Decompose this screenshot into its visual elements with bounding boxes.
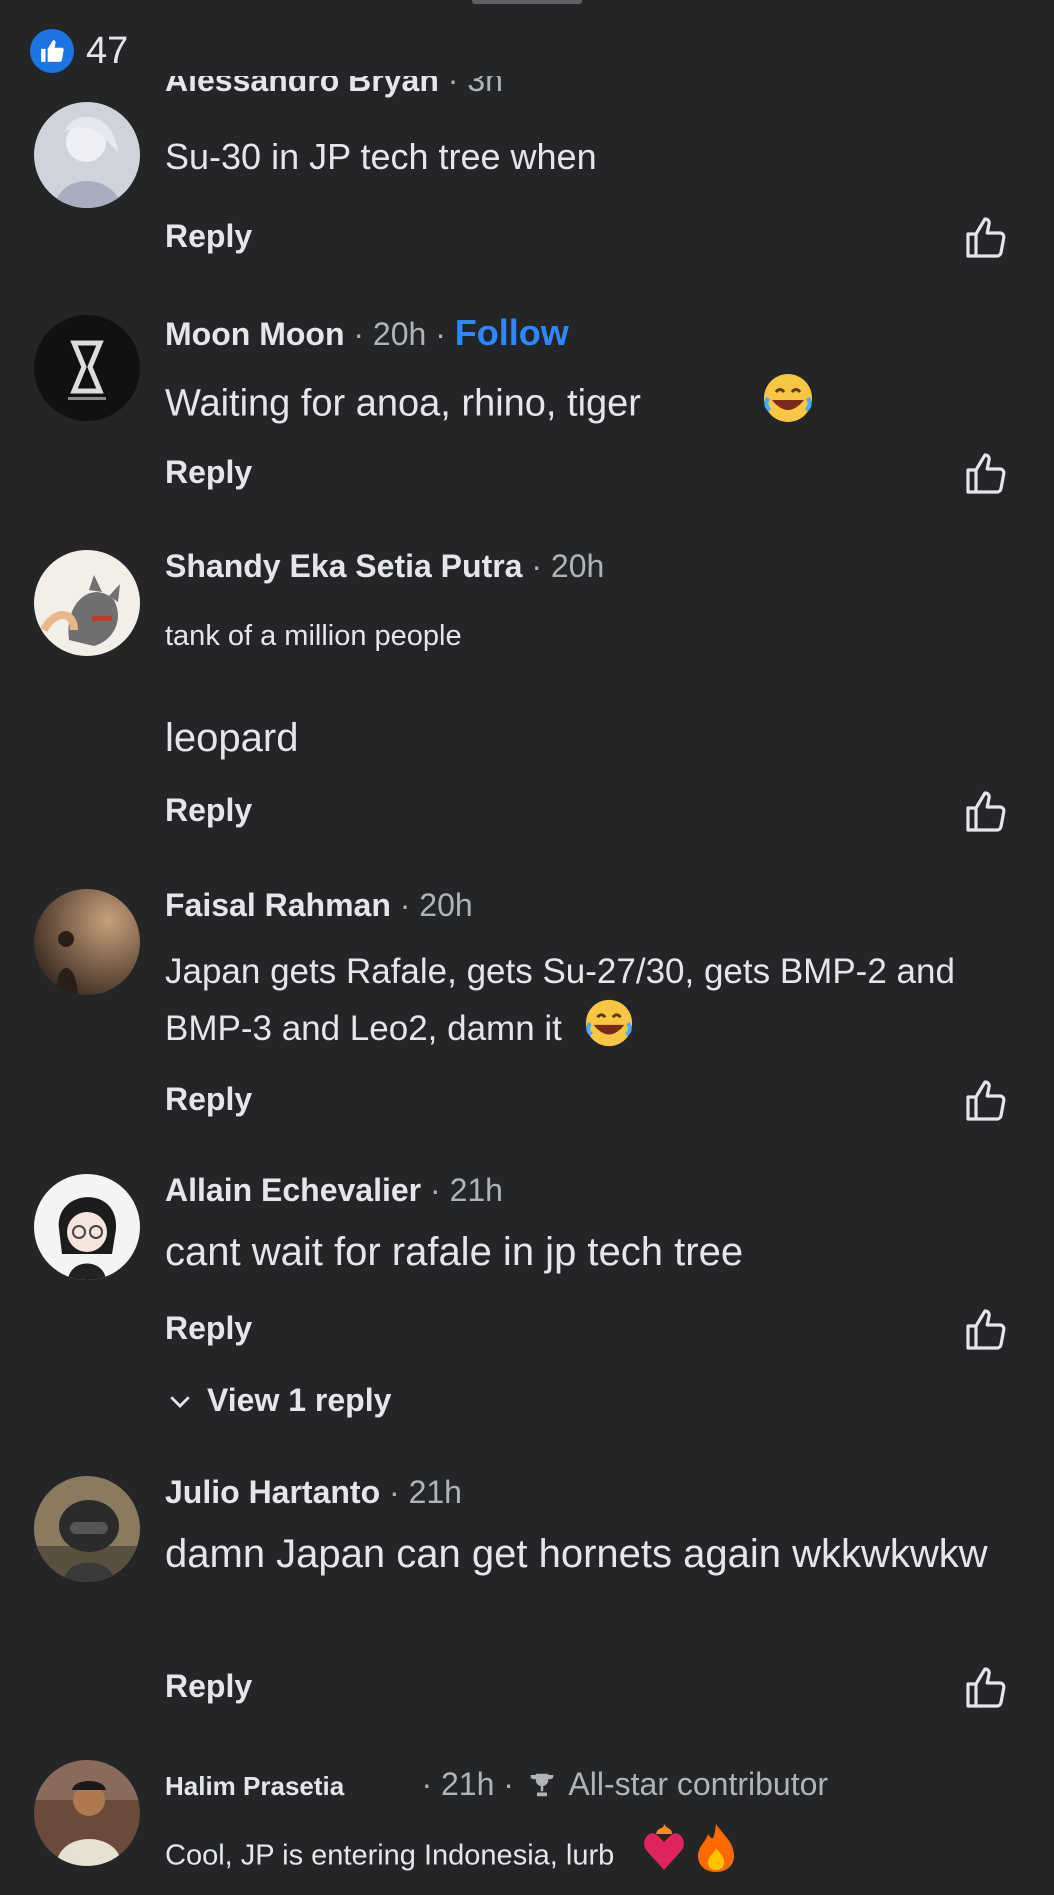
comment-text: cant wait for rafale in jp tech tree bbox=[165, 1230, 744, 1274]
reaction-summary[interactable]: 47 bbox=[30, 28, 128, 74]
thumbs-up-icon bbox=[966, 791, 1006, 832]
comment-time: · 21h bbox=[430, 1172, 503, 1208]
comment-text-secondary: leopard bbox=[165, 716, 299, 760]
comment-time: · 21h bbox=[389, 1474, 462, 1510]
comment-time: · 20h · bbox=[353, 316, 446, 352]
comment-author[interactable]: Allain Echevalier bbox=[165, 1172, 421, 1208]
sheet-drag-handle[interactable] bbox=[472, 0, 582, 4]
comment-text: Japan gets Rafale, gets Su-27/30, gets B… bbox=[165, 945, 1014, 1063]
comment-text: Waiting for anoa, rhino, tiger bbox=[165, 372, 1014, 439]
view-replies-label: View 1 reply bbox=[207, 1382, 392, 1418]
comment-header: Halim Prasetia · 21h · All-star contribu… bbox=[165, 1766, 828, 1807]
comment-author[interactable]: Moon Moon bbox=[165, 316, 344, 352]
reply-button[interactable]: Reply bbox=[165, 1310, 252, 1347]
comment-header: Faisal Rahman · 20h bbox=[165, 887, 473, 924]
chevron-down-icon bbox=[170, 1395, 190, 1408]
like-button[interactable] bbox=[962, 1077, 1010, 1125]
comment-time: · 3h bbox=[447, 76, 503, 98]
heart-on-fire-icon bbox=[642, 1824, 686, 1890]
comment-text: tank of a million people bbox=[165, 620, 462, 652]
reply-button[interactable]: Reply bbox=[165, 792, 252, 829]
comment-time: · 21h · bbox=[421, 1766, 514, 1802]
comment-author[interactable]: Shandy Eka Setia Putra bbox=[165, 548, 522, 584]
avatar[interactable] bbox=[34, 1174, 140, 1280]
avatar[interactable] bbox=[34, 315, 140, 421]
thumbs-up-icon bbox=[966, 1309, 1006, 1350]
follow-button[interactable]: Follow bbox=[455, 312, 569, 353]
like-button[interactable] bbox=[962, 1664, 1010, 1712]
comment-author[interactable]: Halim Prasetia bbox=[165, 1771, 344, 1801]
comment-time: · 20h bbox=[531, 548, 605, 584]
view-replies-button[interactable]: View 1 reply bbox=[165, 1382, 391, 1419]
like-button[interactable] bbox=[962, 450, 1010, 498]
comment-text-body: Waiting for anoa, rhino, tiger bbox=[165, 382, 641, 425]
fire-icon bbox=[694, 1822, 738, 1892]
face-with-tears-of-joy-icon bbox=[584, 998, 634, 1063]
trophy-icon bbox=[527, 1770, 557, 1807]
comment-header: Moon Moon · 20h · Follow bbox=[165, 312, 569, 354]
like-button[interactable] bbox=[962, 1306, 1010, 1354]
comment-header: Shandy Eka Setia Putra · 20h bbox=[165, 548, 604, 585]
comment-author[interactable]: Alessandro Bryan bbox=[165, 76, 439, 98]
thumbs-up-icon bbox=[966, 1667, 1006, 1708]
like-reaction-icon bbox=[30, 29, 74, 73]
comment-text-body: Cool, JP is entering Indonesia, lurb bbox=[165, 1839, 615, 1872]
comment-time: · 20h bbox=[399, 887, 473, 923]
reply-button[interactable]: Reply bbox=[165, 218, 252, 255]
like-button[interactable] bbox=[962, 214, 1010, 262]
like-button[interactable] bbox=[962, 788, 1010, 836]
reaction-count: 47 bbox=[86, 29, 129, 72]
comment-text: damn Japan can get hornets again wkkwkwk… bbox=[165, 1532, 988, 1576]
comment-header: Alessandro Bryan · 3h bbox=[165, 76, 503, 112]
comment-author[interactable]: Julio Hartanto bbox=[165, 1474, 380, 1510]
face-with-tears-of-joy-icon bbox=[762, 372, 814, 439]
reply-button[interactable]: Reply bbox=[165, 1081, 252, 1118]
avatar[interactable] bbox=[34, 1760, 140, 1866]
avatar[interactable] bbox=[34, 102, 140, 208]
reply-button[interactable]: Reply bbox=[165, 454, 252, 491]
comment-header: Allain Echevalier · 21h bbox=[165, 1172, 503, 1209]
contributor-badge[interactable]: All-star contributor bbox=[568, 1766, 828, 1802]
comment-author[interactable]: Faisal Rahman bbox=[165, 887, 391, 923]
comment-header: Julio Hartanto · 21h bbox=[165, 1474, 462, 1511]
thumbs-up-icon bbox=[966, 453, 1006, 494]
thumbs-up-icon bbox=[966, 217, 1006, 258]
avatar[interactable] bbox=[34, 1476, 140, 1582]
comment-text: Su-30 in JP tech tree when bbox=[165, 136, 597, 177]
avatar[interactable] bbox=[34, 889, 140, 995]
comment-text: Cool, JP is entering Indonesia, lurb bbox=[165, 1822, 1014, 1892]
avatar[interactable] bbox=[34, 550, 140, 656]
comment-text-body: Japan gets Rafale, gets Su-27/30, gets B… bbox=[165, 952, 955, 1048]
thumbs-up-icon bbox=[966, 1080, 1006, 1121]
reply-button[interactable]: Reply bbox=[165, 1668, 252, 1705]
